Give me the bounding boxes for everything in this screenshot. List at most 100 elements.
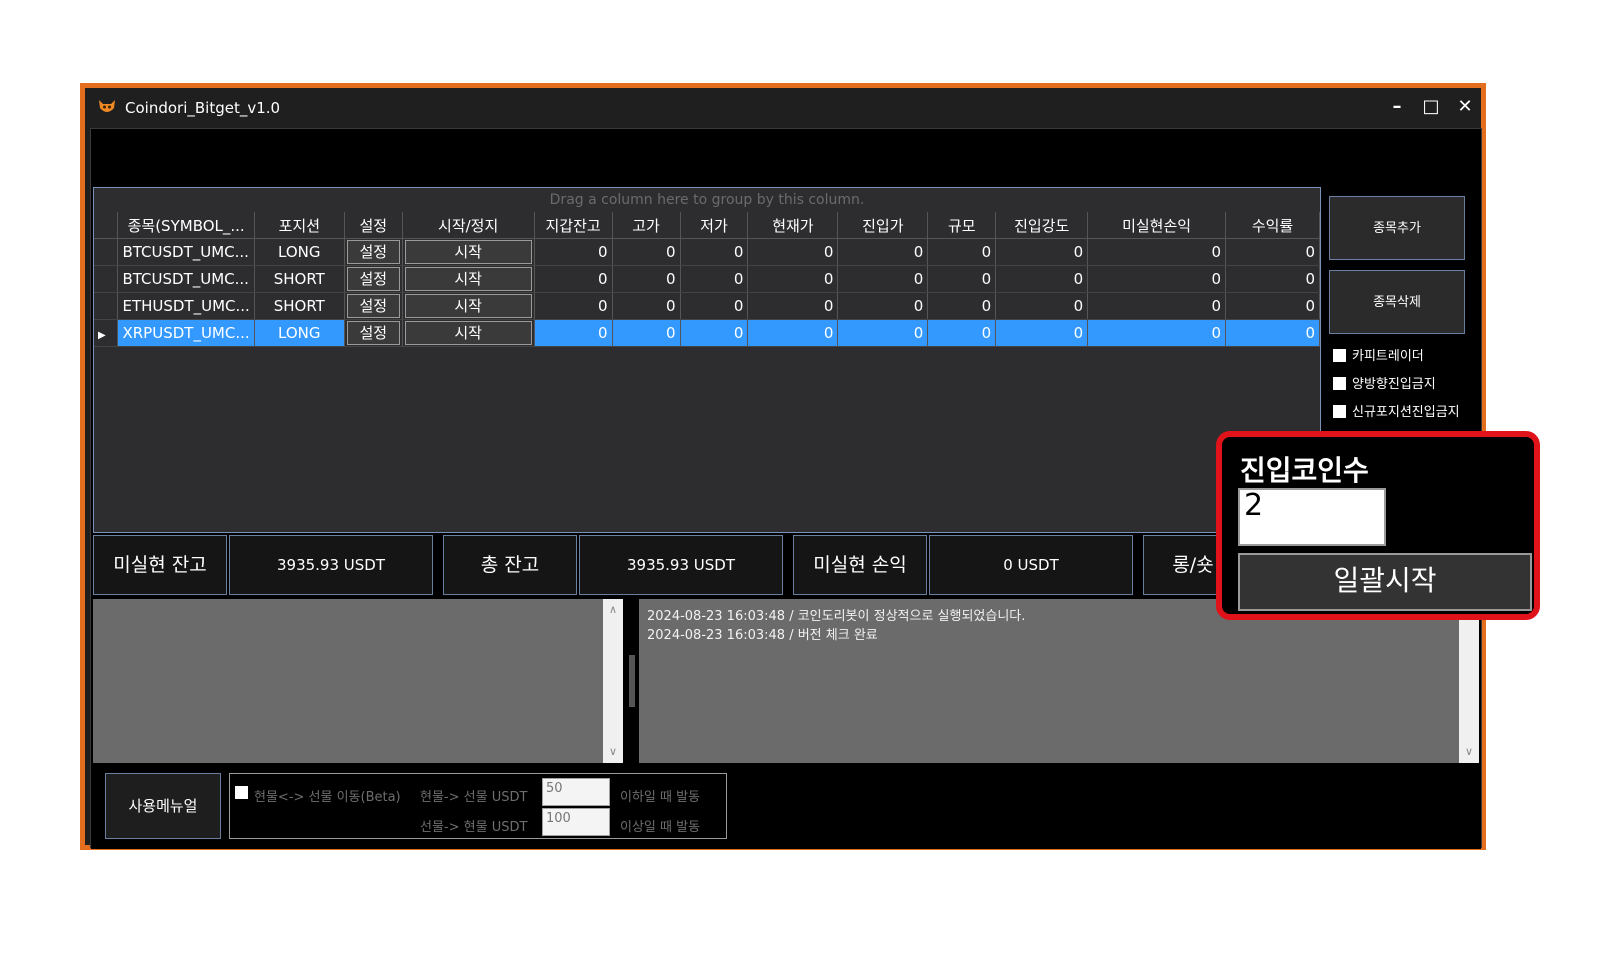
col-header-wallet[interactable]: 지갑잔고	[534, 212, 613, 239]
col-header-current[interactable]: 현재가	[747, 212, 839, 239]
cell-roi: 0	[1225, 319, 1320, 347]
no-hedge-entry-checkbox-row[interactable]: 양방향진입금지	[1333, 375, 1436, 395]
user-manual-button[interactable]: 사용메뉴얼	[105, 773, 221, 839]
settings-button[interactable]: 설정	[346, 294, 400, 318]
symbol-table: 종목(SYMBOL_... 포지션 설정 시작/정지 지갑잔고 고가 저가 현재…	[94, 212, 1320, 347]
table-row[interactable]: ETHUSDT_UMC... SHORT 설정 시작 0 0 0 0 0 0 0…	[94, 292, 1320, 320]
cell-symbol: BTCUSDT_UMC...	[117, 238, 255, 266]
no-hedge-entry-checkbox[interactable]	[1333, 377, 1346, 390]
settings-button[interactable]: 설정	[346, 267, 400, 291]
transfer-checkbox[interactable]	[235, 786, 248, 799]
scroll-down-icon[interactable]: ∨	[1459, 743, 1479, 761]
add-symbol-button[interactable]: 종목추가	[1329, 196, 1465, 260]
title-bar[interactable]: Coindori_Bitget_v1.0 – □ ✕	[85, 88, 1481, 128]
row-pointer-icon: ▶	[98, 330, 106, 341]
app-logo-icon	[99, 100, 115, 112]
left-log-scrollbar[interactable]: ∧ ∨	[603, 599, 623, 763]
transfer-panel: 현물<-> 선물 이동(Beta) 현물-> 선물 USDT 50 이하일 때 …	[229, 773, 727, 839]
row-header-corner	[94, 212, 119, 239]
cell-high: 0	[612, 319, 681, 347]
cell-roi: 0	[1225, 292, 1320, 320]
transfer-label: 현물<-> 선물 이동(Beta)	[254, 790, 401, 805]
cell-size: 0	[927, 238, 997, 266]
col-header-settings[interactable]: 설정	[344, 212, 403, 239]
settings-button[interactable]: 설정	[346, 240, 400, 264]
col-header-position[interactable]: 포지션	[254, 212, 345, 239]
spot-to-futures-input[interactable]: 50	[542, 778, 610, 806]
futures-to-spot-label: 선물-> 현물 USDT	[420, 820, 528, 835]
copytrader-checkbox[interactable]	[1333, 349, 1346, 362]
batch-start-callout: 진입코인수 2 일괄시작	[1216, 431, 1540, 620]
col-header-strength[interactable]: 진입강도	[995, 212, 1089, 239]
cell-low: 0	[680, 238, 749, 266]
start-button[interactable]: 시작	[404, 240, 532, 264]
cell-size: 0	[927, 292, 997, 320]
unrealized-balance-value: 3935.93 USDT	[229, 535, 433, 595]
cell-low: 0	[680, 292, 749, 320]
log-scrollbar[interactable]: ∨	[1459, 599, 1479, 763]
cell-pnl: 0	[1087, 292, 1227, 320]
col-header-pnl[interactable]: 미실현손익	[1087, 212, 1227, 239]
table-row[interactable]: BTCUSDT_UMC... SHORT 설정 시작 0 0 0 0 0 0 0…	[94, 265, 1320, 293]
start-button[interactable]: 시작	[404, 267, 532, 291]
log-line: 2024-08-23 16:03:48 / 버전 체크 완료	[647, 628, 878, 643]
log-panel[interactable]: 2024-08-23 16:03:48 / 코인도리봇이 정상적으로 실행되었습…	[639, 599, 1479, 763]
copytrader-checkbox-row[interactable]: 카피트레이더	[1333, 347, 1424, 367]
log-line: 2024-08-23 16:03:48 / 코인도리봇이 정상적으로 실행되었습…	[647, 609, 1026, 624]
cell-pnl: 0	[1087, 319, 1227, 347]
left-log-panel[interactable]: ∧ ∨	[93, 599, 623, 763]
scroll-up-icon[interactable]: ∧	[603, 601, 623, 619]
row-indicator[interactable]: ▶	[94, 319, 119, 347]
col-header-entry[interactable]: 진입가	[837, 212, 929, 239]
cell-position: LONG	[254, 319, 345, 347]
delete-symbol-button[interactable]: 종목삭제	[1329, 270, 1465, 334]
cell-wallet: 0	[534, 265, 613, 293]
entry-coin-count-label: 진입코인수	[1240, 454, 1369, 487]
splitter-handle[interactable]	[629, 655, 635, 707]
cell-current: 0	[747, 319, 839, 347]
cell-strength: 0	[995, 238, 1089, 266]
cell-current: 0	[747, 292, 839, 320]
col-header-size[interactable]: 규모	[927, 212, 997, 239]
row-indicator[interactable]	[94, 238, 119, 266]
unrealized-balance-label: 미실현 잔고	[93, 535, 227, 595]
cell-roi: 0	[1225, 238, 1320, 266]
no-new-position-checkbox-row[interactable]: 신규포지션진입금지	[1333, 403, 1460, 423]
close-button[interactable]: ✕	[1449, 94, 1481, 120]
cell-position: SHORT	[254, 292, 345, 320]
symbol-grid[interactable]: Drag a column here to group by this colu…	[93, 187, 1321, 533]
settings-button[interactable]: 설정	[346, 321, 400, 345]
total-balance-value: 3935.93 USDT	[579, 535, 783, 595]
unrealized-pnl-label: 미실현 손익	[793, 535, 927, 595]
entry-coin-count-input[interactable]: 2	[1238, 488, 1386, 546]
table-row[interactable]: BTCUSDT_UMC... LONG 설정 시작 0 0 0 0 0 0 0 …	[94, 238, 1320, 266]
cell-size: 0	[927, 265, 997, 293]
col-header-symbol[interactable]: 종목(SYMBOL_...	[117, 212, 255, 239]
cell-size: 0	[927, 319, 997, 347]
cell-entry: 0	[837, 238, 929, 266]
batch-start-button[interactable]: 일괄시작	[1238, 553, 1532, 611]
start-button[interactable]: 시작	[404, 294, 532, 318]
window-title: Coindori_Bitget_v1.0	[125, 99, 281, 117]
col-header-high[interactable]: 고가	[612, 212, 681, 239]
cell-strength: 0	[995, 319, 1089, 347]
cell-symbol: BTCUSDT_UMC...	[117, 265, 255, 293]
col-header-roi[interactable]: 수익률	[1225, 212, 1320, 239]
start-button[interactable]: 시작	[404, 321, 532, 345]
scroll-down-icon[interactable]: ∨	[603, 743, 623, 761]
col-header-low[interactable]: 저가	[680, 212, 749, 239]
no-new-position-checkbox[interactable]	[1333, 405, 1346, 418]
maximize-button[interactable]: □	[1415, 94, 1447, 120]
spot-to-futures-label: 현물-> 선물 USDT	[420, 790, 528, 805]
row-indicator[interactable]	[94, 265, 119, 293]
minimize-button[interactable]: –	[1381, 94, 1413, 120]
unrealized-pnl-value: 0 USDT	[929, 535, 1133, 595]
cell-low: 0	[680, 319, 749, 347]
col-header-start-stop[interactable]: 시작/정지	[402, 212, 535, 239]
cell-current: 0	[747, 265, 839, 293]
cell-pnl: 0	[1087, 265, 1227, 293]
table-row-selected[interactable]: ▶ XRPUSDT_UMC... LONG 설정 시작 0 0 0 0 0 0 …	[94, 319, 1320, 347]
row-indicator[interactable]	[94, 292, 119, 320]
cell-entry: 0	[837, 319, 929, 347]
futures-to-spot-input[interactable]: 100	[542, 808, 610, 836]
